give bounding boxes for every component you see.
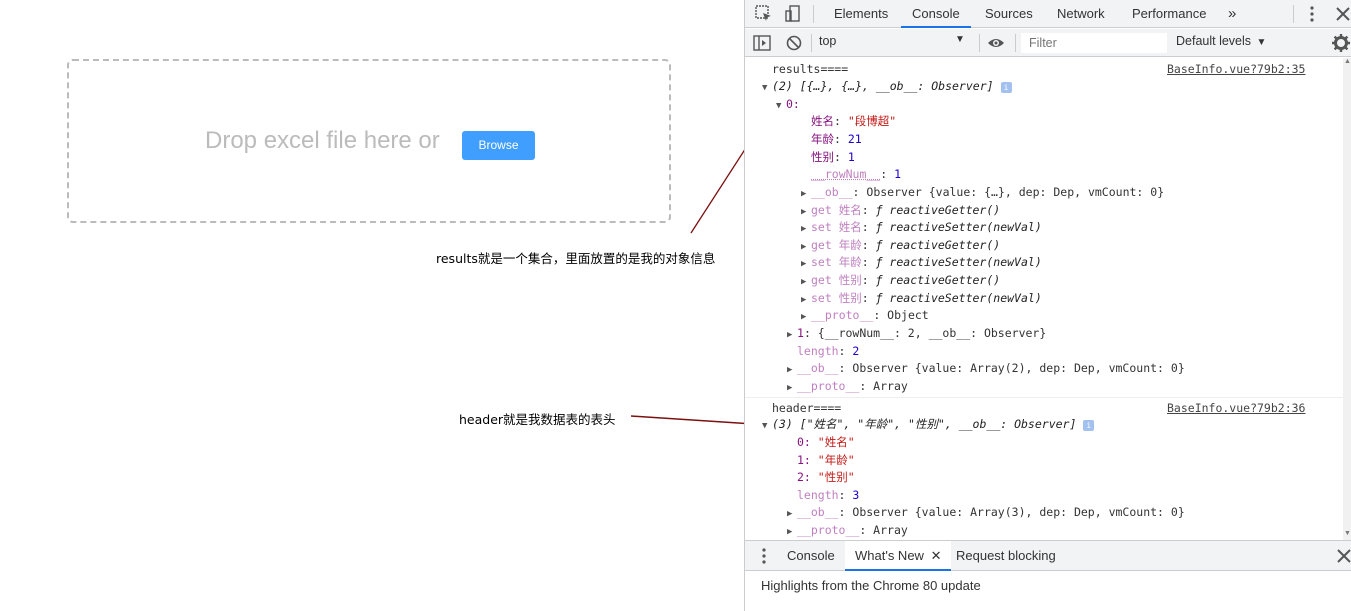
drawer-tab-bar: Console What's New ✕ Request blocking [745, 540, 1351, 571]
header-item: 2: "性别" [797, 469, 855, 487]
drawer-tab-whats-new[interactable]: What's New ✕ [845, 541, 951, 571]
chevron-down-icon: ▼ [1257, 37, 1267, 48]
console-scrollbar[interactable]: ▲ ▼ [1343, 58, 1351, 540]
context-value: top [819, 34, 836, 48]
tab-performance[interactable]: Performance [1132, 0, 1206, 28]
source-link[interactable]: BaseInfo.vue?79b2:35 [1167, 61, 1305, 79]
header-array-summary[interactable]: ▼ (3) ["姓名", "年龄", "性别", __ob__: Observer… [772, 416, 1094, 436]
chevron-down-icon: ▼ [955, 34, 965, 45]
field-row: __rowNum__: 1 [811, 166, 901, 184]
close-drawer-icon[interactable] [1334, 546, 1351, 566]
kebab-menu-icon[interactable] [1302, 4, 1322, 24]
field-row: 性别: 1 [811, 149, 855, 167]
length-row: length: 2 [797, 343, 859, 361]
console-output: results==== BaseInfo.vue?79b2:35 ▼ (2) [{… [745, 58, 1343, 540]
console-toolbar: top ▼ Default levels ▼ [745, 29, 1351, 57]
results-item-0[interactable]: ▼ 0: [786, 96, 800, 116]
close-devtools-icon[interactable] [1333, 4, 1351, 24]
results-item-1[interactable]: ▶ 1: {__rowNum__: 2, __ob__: Observer} [787, 325, 1046, 345]
live-expression-eye-icon[interactable] [986, 33, 1006, 53]
ob-observer-row[interactable]: ▶ __ob__: Observer {value: Array(2), dep:… [787, 360, 1185, 380]
info-icon: i [1083, 420, 1094, 431]
device-toolbar-icon[interactable] [783, 4, 803, 24]
clear-console-icon[interactable] [784, 33, 804, 53]
devtools-panel: Elements Console Sources Network Perform… [744, 0, 1351, 611]
collapsed-triangle-icon: ▶ [787, 524, 797, 540]
expanded-triangle-icon[interactable]: ▼ [762, 418, 772, 436]
results-array-summary[interactable]: ▼ (2) [{…}, {…}, __ob__: Observer] i [772, 78, 1012, 98]
devtools-tab-bar: Elements Console Sources Network Perform… [745, 0, 1351, 28]
expanded-triangle-icon[interactable]: ▼ [776, 98, 786, 116]
sidebar-toggle-icon[interactable] [752, 33, 772, 53]
tab-console[interactable]: Console [901, 0, 971, 28]
filter-input[interactable] [1021, 33, 1167, 53]
more-tabs-button[interactable]: » [1228, 0, 1236, 28]
context-selector[interactable]: top ▼ [819, 34, 969, 52]
tab-sources[interactable]: Sources [985, 0, 1033, 28]
accessor-row[interactable]: ▶ set 年龄: ƒ reactiveSetter(newVal) [801, 254, 1042, 274]
log-levels-dropdown[interactable]: Default levels ▼ [1176, 34, 1266, 48]
log-levels-label: Default levels [1176, 34, 1251, 48]
field-row: 姓名: "段博超" [811, 113, 896, 131]
whats-new-content: Highlights from the Chrome 80 update [761, 578, 981, 593]
close-tab-icon[interactable]: ✕ [931, 548, 942, 563]
settings-gear-icon[interactable] [1331, 33, 1351, 53]
length-row: length: 3 [797, 487, 859, 505]
inspect-element-icon[interactable] [754, 4, 774, 24]
header-item: 0: "姓名" [797, 434, 855, 452]
info-icon: i [1001, 82, 1012, 93]
collapsed-triangle-icon: ▶ [787, 327, 797, 345]
drawer-tab-request-blocking[interactable]: Request blocking [956, 541, 1056, 571]
drawer-menu-icon[interactable] [754, 546, 774, 566]
source-link[interactable]: BaseInfo.vue?79b2:36 [1167, 400, 1305, 418]
accessor-row[interactable]: ▶ get 性别: ƒ reactiveGetter() [801, 272, 1000, 292]
proto-row[interactable]: ▶ __proto__: Array [787, 378, 908, 398]
drawer-tab-console[interactable]: Console [787, 541, 835, 571]
collapsed-triangle-icon: ▶ [787, 380, 797, 398]
expanded-triangle-icon[interactable]: ▼ [762, 80, 772, 98]
header-item: 1: "年龄" [797, 452, 855, 470]
tab-elements[interactable]: Elements [834, 0, 888, 28]
tab-network[interactable]: Network [1057, 0, 1105, 28]
accessor-row[interactable]: ▶ set 姓名: ƒ reactiveSetter(newVal) [801, 219, 1042, 239]
page: Drop excel file here or Browse results就是… [0, 0, 1351, 611]
console-log-label: results==== [772, 61, 848, 79]
proto-row[interactable]: ▶ __proto__: Object [801, 307, 929, 327]
proto-row[interactable]: ▶ __proto__: Array [787, 522, 908, 540]
ob-observer-row[interactable]: ▶ __ob__: Observer {value: Array(3), dep:… [787, 504, 1185, 524]
field-row: 年龄: 21 [811, 131, 862, 149]
ob-observer-row[interactable]: ▶ __ob__: Observer {value: {…}, dep: Dep,… [801, 184, 1164, 204]
